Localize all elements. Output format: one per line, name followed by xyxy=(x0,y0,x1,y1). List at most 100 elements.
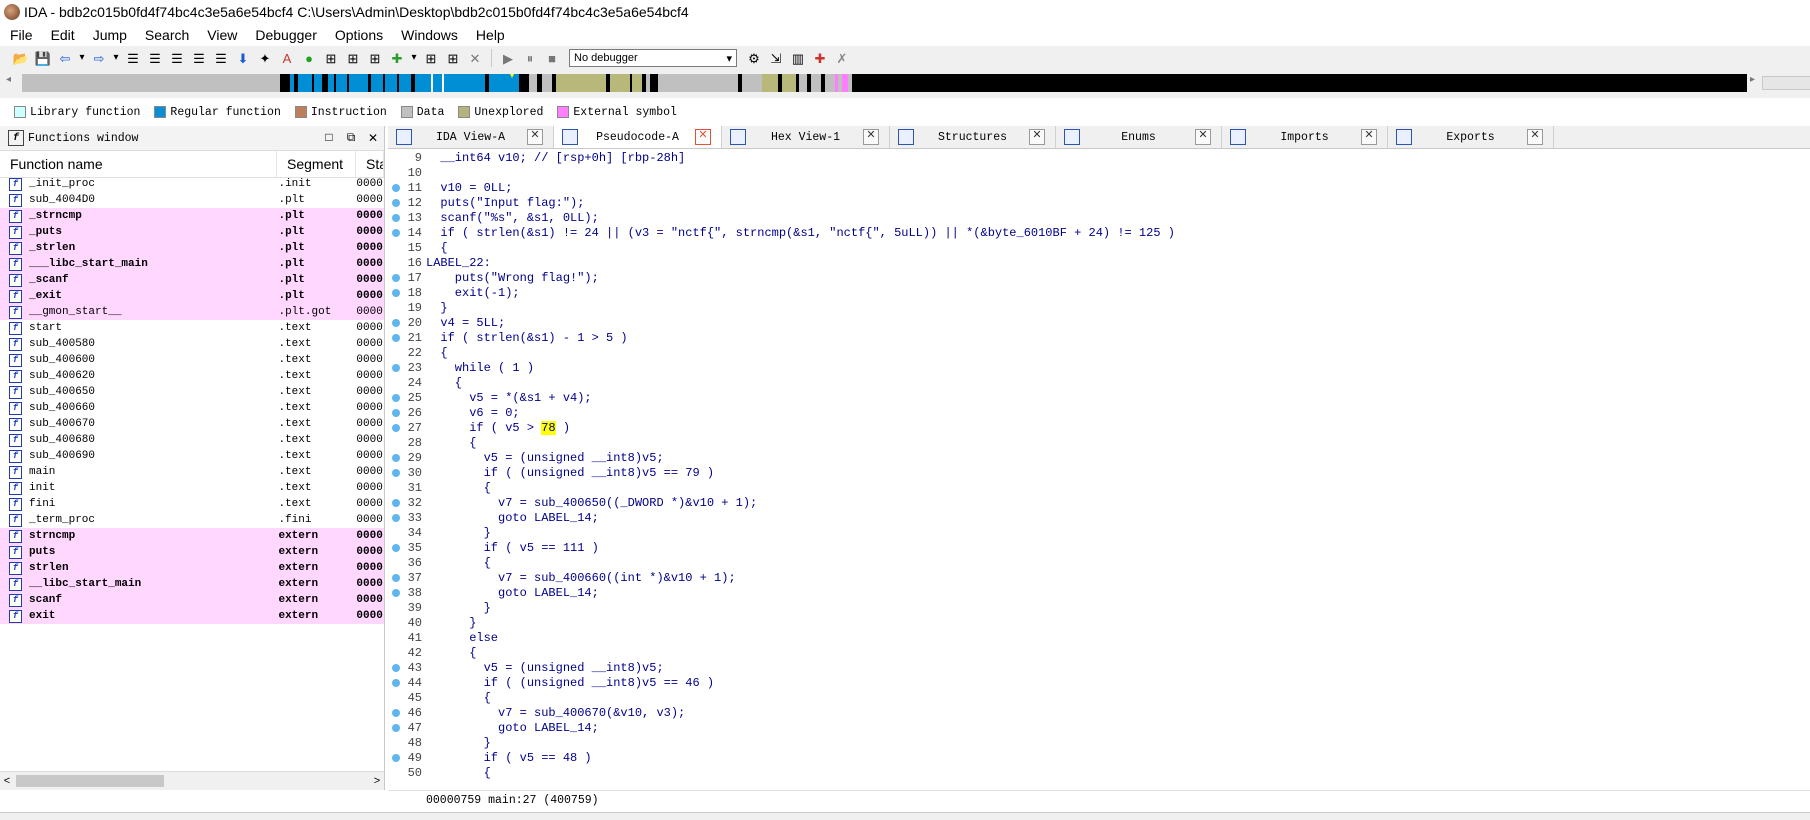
graph-icon[interactable]: ⊞ xyxy=(422,49,440,67)
add-icon[interactable]: ✚ xyxy=(388,49,406,67)
function-row[interactable]: f sub_400660 .text 0000 xyxy=(0,400,384,416)
close-icon[interactable]: ✕ xyxy=(695,129,711,145)
close-icon[interactable]: ✕ xyxy=(1361,129,1377,145)
play-icon[interactable]: ▶ xyxy=(499,49,517,67)
pseudocode-view[interactable]: 9 __int64 v10; // [rsp+0h] [rbp-28h] 10 11… xyxy=(388,150,1810,790)
dropdown-icon[interactable]: ▾ xyxy=(410,49,418,67)
remove-breakpoint-icon[interactable]: ✗ xyxy=(833,49,851,67)
function-row[interactable]: f sub_400580 .text 0000 xyxy=(0,336,384,352)
horizontal-scrollbar[interactable]: < > xyxy=(0,771,384,790)
down-arrow-icon[interactable]: ⬇ xyxy=(234,49,252,67)
column-header-start[interactable]: Star xyxy=(356,151,384,177)
graph-icon[interactable]: ⊞ xyxy=(366,49,384,67)
forward-icon[interactable]: ⇨ xyxy=(90,49,108,67)
graph-icon[interactable]: ⊞ xyxy=(444,49,462,67)
function-row[interactable]: f start .text 0000 xyxy=(0,320,384,336)
code-text: { xyxy=(426,240,448,255)
bars-icon[interactable]: ▥ xyxy=(789,49,807,67)
tab-hex-view-1[interactable]: Hex View-1 ✕ xyxy=(722,126,890,148)
function-segment: .plt xyxy=(278,242,305,254)
tab-structures[interactable]: Structures ✕ xyxy=(890,126,1056,148)
list-icon[interactable]: ☰ xyxy=(168,49,186,67)
graph-icon[interactable]: ⊞ xyxy=(344,49,362,67)
list-icon[interactable]: ☰ xyxy=(190,49,208,67)
stop-icon[interactable]: ■ xyxy=(543,49,561,67)
function-row[interactable]: f strlen extern 0000 xyxy=(0,560,384,576)
menu-jump[interactable]: Jump xyxy=(83,27,135,43)
function-row[interactable]: f sub_400650 .text 0000 xyxy=(0,384,384,400)
menu-file[interactable]: File xyxy=(0,27,41,43)
close-icon[interactable]: ✕ xyxy=(527,129,543,145)
save-icon[interactable]: 💾 xyxy=(34,49,52,67)
back-icon[interactable]: ⇦ xyxy=(56,49,74,67)
tab-enums[interactable]: Enums ✕ xyxy=(1056,126,1222,148)
menu-search[interactable]: Search xyxy=(135,27,197,43)
close-icon[interactable]: ✕ xyxy=(863,129,879,145)
restore-icon[interactable]: □ xyxy=(318,131,340,146)
text-icon[interactable]: A xyxy=(278,49,296,67)
function-row[interactable]: f sub_400620 .text 0000 xyxy=(0,368,384,384)
function-row[interactable]: f __gmon_start__ .plt.got 0000 xyxy=(0,304,384,320)
tab-imports[interactable]: Imports ✕ xyxy=(1222,126,1388,148)
function-row[interactable]: f sub_400600 .text 0000 xyxy=(0,352,384,368)
function-row[interactable]: f _strlen .plt 0000 xyxy=(0,240,384,256)
dropdown-icon[interactable]: ▾ xyxy=(112,49,120,67)
tab-pseudocode-a[interactable]: Pseudocode-A ✕ xyxy=(554,126,722,148)
menu-debugger[interactable]: Debugger xyxy=(245,27,325,43)
function-row[interactable]: f fini .text 0000 xyxy=(0,496,384,512)
function-row[interactable]: f _init_proc .init 0000 xyxy=(0,176,384,192)
list-icon[interactable]: ☰ xyxy=(146,49,164,67)
function-row[interactable]: f __libc_start_main extern 0000 xyxy=(0,576,384,592)
function-row[interactable]: f exit extern 0000 xyxy=(0,608,384,624)
nav-left-arrow-icon[interactable]: ◂ xyxy=(6,74,11,85)
close-icon[interactable]: ✕ xyxy=(1029,129,1045,145)
tab-exports[interactable]: Exports ✕ xyxy=(1388,126,1554,148)
menu-edit[interactable]: Edit xyxy=(41,27,83,43)
nav-right-arrow-icon[interactable]: ▸ xyxy=(1750,74,1755,85)
green-circle-icon[interactable]: ● xyxy=(300,49,318,67)
function-row[interactable]: f strncmp extern 0000 xyxy=(0,528,384,544)
menu-windows[interactable]: Windows xyxy=(391,27,466,43)
function-row[interactable]: f ___libc_start_main .plt 0000 xyxy=(0,256,384,272)
pause-icon[interactable]: ⏸ xyxy=(521,49,539,67)
debug-settings-icon[interactable]: ⚙ xyxy=(745,49,763,67)
function-row[interactable]: f puts extern 0000 xyxy=(0,544,384,560)
menu-options[interactable]: Options xyxy=(325,27,391,43)
function-row[interactable]: f _term_proc .fini 0000 xyxy=(0,512,384,528)
function-row[interactable]: f _puts .plt 0000 xyxy=(0,224,384,240)
function-row[interactable]: f _scanf .plt 0000 xyxy=(0,272,384,288)
close-icon[interactable]: ✕ xyxy=(466,49,484,67)
dropdown-icon[interactable]: ▾ xyxy=(78,49,86,67)
open-icon[interactable]: 📂 xyxy=(12,49,30,67)
graph-icon[interactable]: ⊞ xyxy=(322,49,340,67)
function-row[interactable]: f _strncmp .plt 0000 xyxy=(0,208,384,224)
function-row[interactable]: f sub_400680 .text 0000 xyxy=(0,432,384,448)
column-header-function-name[interactable]: Function name xyxy=(0,151,277,177)
scrollbar-thumb[interactable] xyxy=(16,775,164,787)
function-row[interactable]: f sub_400670 .text 0000 xyxy=(0,416,384,432)
menu-view[interactable]: View xyxy=(197,27,245,43)
function-row[interactable]: f sub_400690 .text 0000 xyxy=(0,448,384,464)
close-icon[interactable]: ✕ xyxy=(362,131,384,146)
scroll-right-icon[interactable]: > xyxy=(370,772,384,790)
function-row[interactable]: f main .text 0000 xyxy=(0,464,384,480)
star-icon[interactable]: ✦ xyxy=(256,49,274,67)
function-row[interactable]: f _exit .plt 0000 xyxy=(0,288,384,304)
breakpoint-icon[interactable]: ✚ xyxy=(811,49,829,67)
list-icon[interactable]: ☰ xyxy=(124,49,142,67)
close-icon[interactable]: ✕ xyxy=(1195,129,1211,145)
function-row[interactable]: f init .text 0000 xyxy=(0,480,384,496)
tab-ida-view-a[interactable]: IDA View-A ✕ xyxy=(388,126,554,148)
menu-help[interactable]: Help xyxy=(466,27,513,43)
list-icon[interactable]: ☰ xyxy=(212,49,230,67)
attach-icon[interactable]: ⇲ xyxy=(767,49,785,67)
function-row[interactable]: f sub_4004D0 .plt 0000 xyxy=(0,192,384,208)
scroll-left-icon[interactable]: < xyxy=(0,772,14,790)
debugger-select[interactable]: No debugger ▾ xyxy=(569,49,737,67)
function-name: strlen xyxy=(29,562,69,574)
close-icon[interactable]: ✕ xyxy=(1527,129,1543,145)
float-icon[interactable]: ⧉ xyxy=(340,131,362,146)
navigation-bar[interactable] xyxy=(22,74,1747,92)
column-header-segment[interactable]: Segment xyxy=(277,151,356,177)
function-row[interactable]: f scanf extern 0000 xyxy=(0,592,384,608)
